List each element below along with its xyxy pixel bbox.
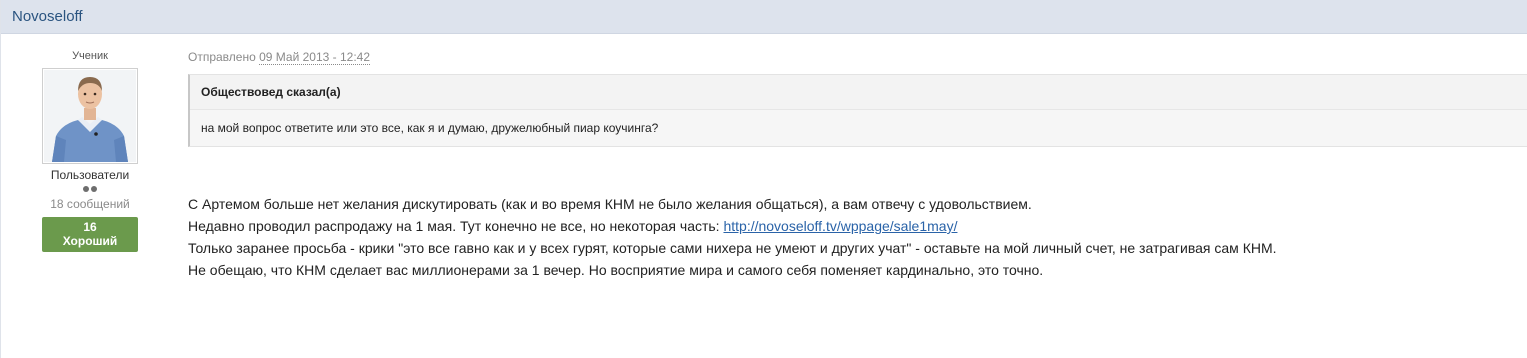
post-date[interactable]: 09 Май 2013 - 12:42 <box>259 50 371 65</box>
author-name-link[interactable]: Novoseloff <box>12 8 83 25</box>
post-line: Только заранее просьба - крики "это все … <box>188 240 1277 256</box>
post-date-line: Отправлено 09 Май 2013 - 12:42 <box>188 48 1527 66</box>
post-content: Отправлено 09 Май 2013 - 12:42 Обществов… <box>188 48 1527 281</box>
member-rank: Ученик <box>72 50 108 62</box>
post-line: Не обещаю, что КНМ сделает вас миллионер… <box>188 262 1044 278</box>
avatar[interactable] <box>42 68 138 164</box>
author-info-panel: Ученик Пользователи 18 сообщений 16 Хоро… <box>37 48 143 252</box>
rank-pips <box>37 184 143 194</box>
post-line: Недавно проводил распродажу на 1 мая. Ту… <box>188 215 1527 237</box>
user-photo-avatar-icon <box>44 70 136 162</box>
post-date-prefix: Отправлено <box>188 50 256 64</box>
post-line-text: Недавно проводил распродажу на 1 мая. Ту… <box>188 218 724 234</box>
rank-pip-icon <box>91 186 97 192</box>
post-count: 18 сообщений <box>50 197 130 211</box>
quote-author: Обществовед сказал(а) <box>190 75 1527 110</box>
forum-post: Novoseloff Ученик Пользователи 18 сообще… <box>0 0 1527 358</box>
quote-block: Обществовед сказал(а) на мой вопрос отве… <box>188 74 1527 147</box>
post-body: С Артемом больше нет желания дискутирова… <box>188 193 1527 281</box>
quote-text: на мой вопрос ответите или это все, как … <box>201 121 659 135</box>
reputation-label: Хороший <box>62 234 118 248</box>
reputation-badge[interactable]: 16 Хороший <box>42 217 138 252</box>
sale-link[interactable]: http://novoseloff.tv/wppage/sale1may/ <box>723 218 957 234</box>
member-group: Пользователи <box>50 168 130 182</box>
post-line: С Артемом больше нет желания дискутирова… <box>188 196 1032 212</box>
reputation-value: 16 <box>83 220 97 234</box>
post-header: Novoseloff <box>1 0 1527 34</box>
rank-pip-icon <box>83 186 89 192</box>
